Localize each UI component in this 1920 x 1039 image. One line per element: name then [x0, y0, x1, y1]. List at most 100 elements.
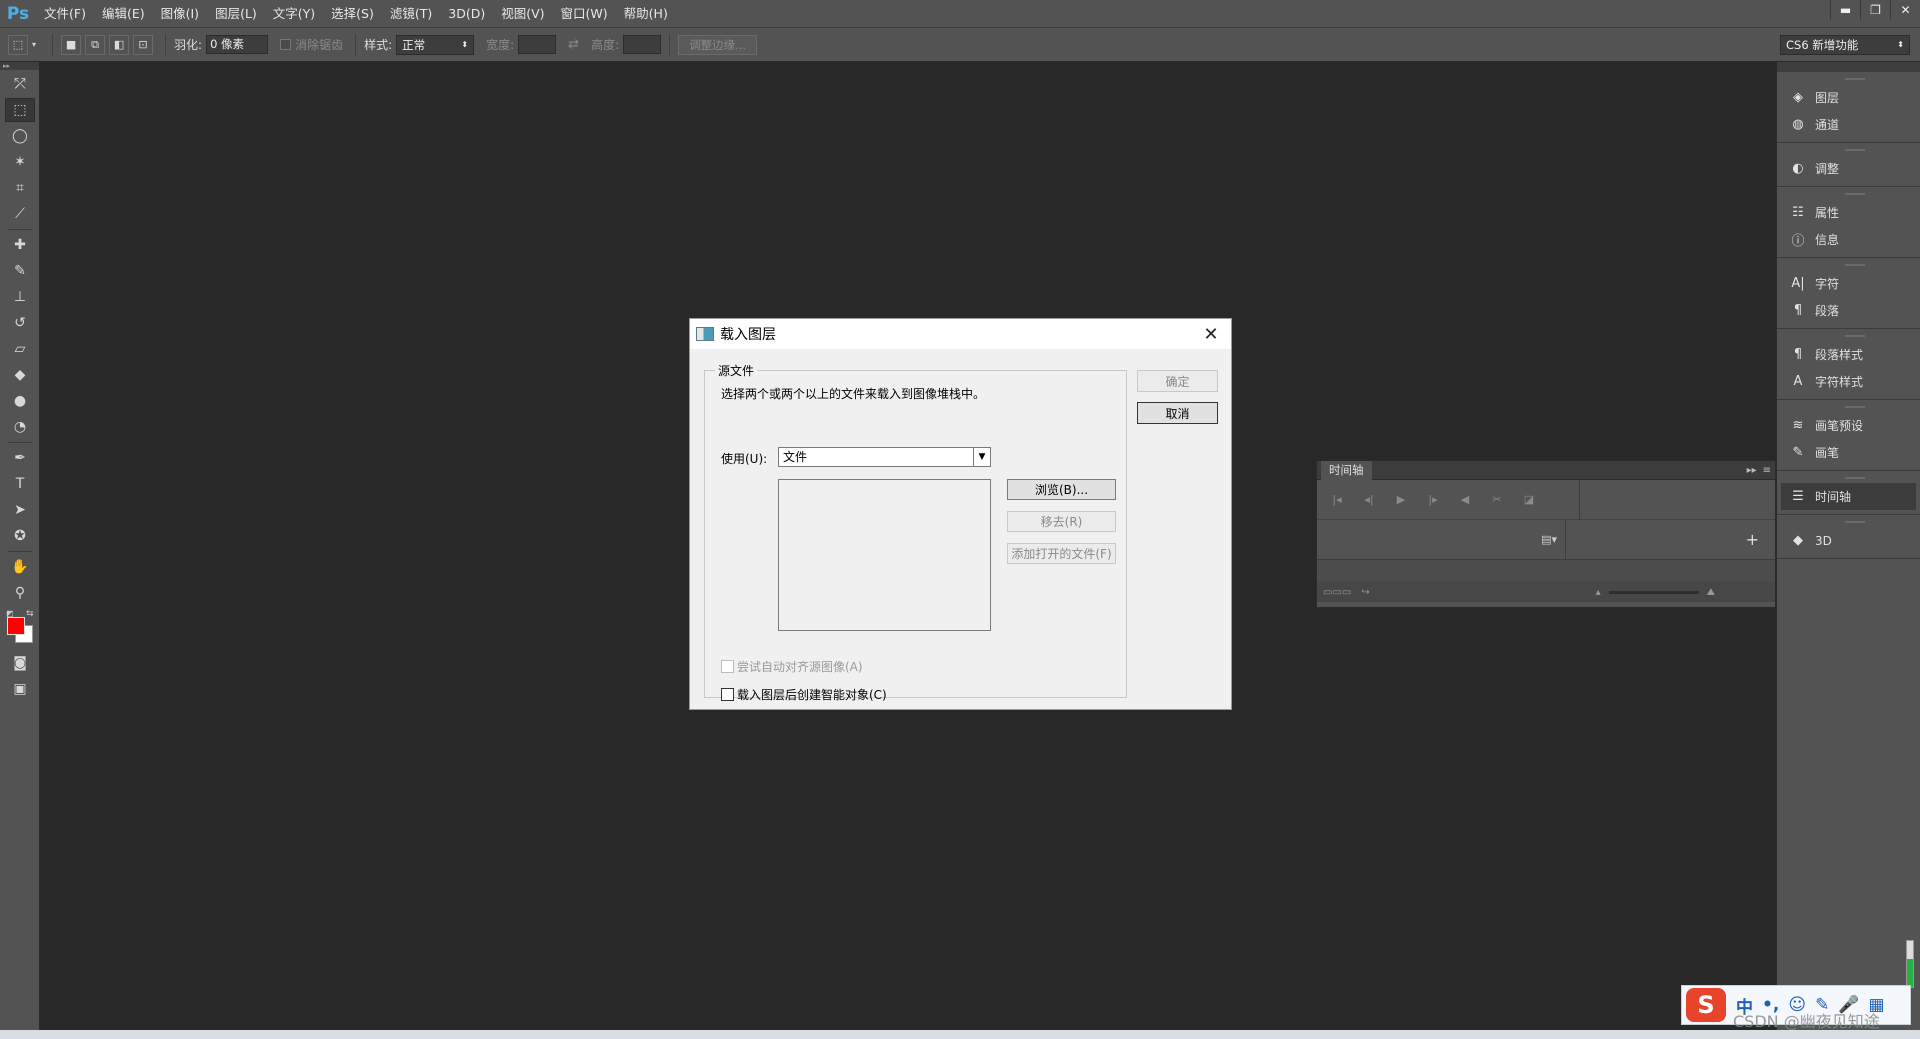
width-input[interactable] [518, 35, 557, 54]
dock-collapse-bar[interactable] [1777, 62, 1920, 72]
group-grip[interactable] [1845, 521, 1865, 523]
eyedropper-tool-icon[interactable]: ⟋ [5, 202, 35, 226]
dock-item-character[interactable]: A| 字符 [1777, 270, 1920, 297]
dock-item-adjustments[interactable]: ◐ 调整 [1777, 155, 1920, 182]
smart-object-checkbox[interactable] [721, 688, 734, 701]
dock-item-channels[interactable]: ◍ 通道 [1777, 111, 1920, 138]
use-select[interactable]: 文件 ▼ [778, 447, 991, 467]
quick-mask-icon[interactable]: ◙ [5, 651, 35, 675]
new-selection-icon[interactable]: ■ [61, 34, 82, 55]
menu-3d[interactable]: 3D(D) [440, 0, 493, 27]
ok-button[interactable]: 确定 [1137, 370, 1218, 392]
cancel-button[interactable]: 取消 [1137, 402, 1218, 424]
dock-item-properties[interactable]: ☷ 属性 [1777, 199, 1920, 226]
hand-tool-icon[interactable]: ✋ [5, 555, 35, 579]
zoom-out-icon[interactable]: ▴ [1596, 587, 1601, 598]
split-scissors-icon[interactable]: ✂ [1485, 489, 1509, 511]
file-list[interactable] [778, 479, 991, 631]
menu-edit[interactable]: 编辑(E) [94, 0, 153, 27]
auto-align-checkbox[interactable] [721, 660, 734, 673]
foreground-color-swatch[interactable] [7, 617, 25, 635]
dock-item-brush-presets[interactable]: ≋ 画笔预设 [1777, 412, 1920, 439]
eraser-tool-icon[interactable]: ▱ [5, 337, 35, 361]
dock-item-info[interactable]: ⓘ 信息 [1777, 226, 1920, 253]
marquee-preset-icon[interactable]: ⬚ [8, 34, 28, 55]
panel-menu-icon[interactable]: ≡ [1763, 465, 1771, 476]
minimize-button[interactable]: ▬ [1830, 0, 1860, 20]
swap-colors-icon[interactable]: ⇆ [26, 609, 34, 619]
marquee-tool-icon[interactable]: ⬚ [5, 98, 35, 122]
play-icon[interactable]: ▶ [1389, 489, 1413, 511]
swap-dimensions-icon[interactable]: ⇄ [568, 37, 579, 52]
height-input[interactable] [623, 35, 662, 54]
collapse-icon[interactable]: ▸▸ [0, 62, 39, 70]
collapse-icon[interactable]: ▸▸ [1747, 465, 1757, 476]
screen-mode-icon[interactable]: ▣ [5, 677, 35, 701]
menu-filter[interactable]: 滤镜(T) [382, 0, 440, 27]
dodge-tool-icon[interactable]: ◔ [5, 415, 35, 439]
dock-item-brush[interactable]: ✎ 画笔 [1777, 439, 1920, 466]
auto-align-option[interactable]: 尝试自动对齐源图像(A) [721, 658, 863, 675]
film-strip-icon[interactable]: ▤▾ [1541, 533, 1557, 546]
browse-button[interactable]: 浏览(B)... [1007, 479, 1116, 500]
brush-tool-icon[interactable]: ✎ [5, 259, 35, 283]
close-window-button[interactable]: ✕ [1890, 0, 1920, 20]
zoom-slider[interactable] [1608, 590, 1699, 594]
group-grip[interactable] [1845, 264, 1865, 266]
shape-tool-icon[interactable]: ✪ [5, 524, 35, 548]
dock-item-timeline[interactable]: ☰ 时间轴 [1781, 483, 1916, 510]
next-frame-icon[interactable]: |▸ [1421, 489, 1445, 511]
menu-file[interactable]: 文件(F) [36, 0, 94, 27]
group-grip[interactable] [1845, 193, 1865, 195]
previous-frame-icon[interactable]: ◂| [1357, 489, 1381, 511]
pen-tool-icon[interactable]: ✒ [5, 446, 35, 470]
chevron-down-icon[interactable]: ▾ [32, 40, 36, 49]
paint-bucket-tool-icon[interactable]: ◆ [5, 363, 35, 387]
blur-tool-icon[interactable]: ● [5, 389, 35, 413]
group-grip[interactable] [1845, 335, 1865, 337]
menu-select[interactable]: 选择(S) [323, 0, 382, 27]
path-selection-tool-icon[interactable]: ➤ [5, 498, 35, 522]
move-tool-icon[interactable]: ⤱ [5, 72, 35, 96]
dock-item-paragraph[interactable]: ¶ 段落 [1777, 297, 1920, 324]
intersect-selection-icon[interactable]: ⊡ [133, 34, 154, 55]
menu-type[interactable]: 文字(Y) [265, 0, 323, 27]
healing-brush-tool-icon[interactable]: ✚ [5, 233, 35, 257]
style-select[interactable]: 正常 ⬍ [396, 34, 475, 55]
type-tool-icon[interactable]: T [5, 472, 35, 496]
dock-item-character-styles[interactable]: A 字符样式 [1777, 368, 1920, 395]
add-open-files-button[interactable]: 添加打开的文件(F) [1007, 543, 1116, 564]
chevron-down-icon[interactable]: ▼ [973, 448, 990, 466]
menu-help[interactable]: 帮助(H) [616, 0, 676, 27]
antialias-checkbox[interactable] [280, 39, 292, 50]
menu-window[interactable]: 窗口(W) [553, 0, 616, 27]
group-grip[interactable] [1845, 149, 1865, 151]
clone-stamp-tool-icon[interactable]: ⊥ [5, 285, 35, 309]
go-to-first-frame-icon[interactable]: |◂ [1325, 489, 1349, 511]
menu-layer[interactable]: 图层(L) [207, 0, 265, 27]
magic-wand-tool-icon[interactable]: ✶ [5, 150, 35, 174]
timeline-tab[interactable]: 时间轴 [1321, 460, 1372, 480]
crop-tool-icon[interactable]: ⌗ [5, 176, 35, 200]
restore-button[interactable]: ❐ [1860, 0, 1890, 20]
transition-icon[interactable]: ◪ [1517, 489, 1541, 511]
convert-frames-icon[interactable]: ▭▭▭ [1323, 587, 1351, 598]
group-grip[interactable] [1845, 406, 1865, 408]
lasso-tool-icon[interactable]: ◯ [5, 124, 35, 148]
add-selection-icon[interactable]: ⧉ [85, 34, 106, 55]
group-grip[interactable] [1845, 78, 1865, 80]
menu-image[interactable]: 图像(I) [153, 0, 207, 27]
dock-item-paragraph-styles[interactable]: ¶ 段落样式 [1777, 341, 1920, 368]
dock-item-layers[interactable]: ◈ 图层 [1777, 84, 1920, 111]
remove-button[interactable]: 移去(R) [1007, 511, 1116, 532]
group-grip[interactable] [1845, 477, 1865, 479]
zoom-tool-icon[interactable]: ⚲ [5, 581, 35, 605]
close-icon[interactable]: ✕ [1199, 323, 1223, 345]
render-icon[interactable]: ↪ [1361, 587, 1369, 598]
history-brush-tool-icon[interactable]: ↺ [5, 311, 35, 335]
workspace-select[interactable]: CS6 新增功能 ⬍ [1780, 35, 1910, 55]
zoom-in-icon[interactable]: ⛰ [1707, 587, 1715, 598]
subtract-selection-icon[interactable]: ◧ [109, 34, 130, 55]
add-media-icon[interactable]: + [1746, 530, 1759, 549]
sogou-logo-icon[interactable]: S [1686, 988, 1726, 1022]
